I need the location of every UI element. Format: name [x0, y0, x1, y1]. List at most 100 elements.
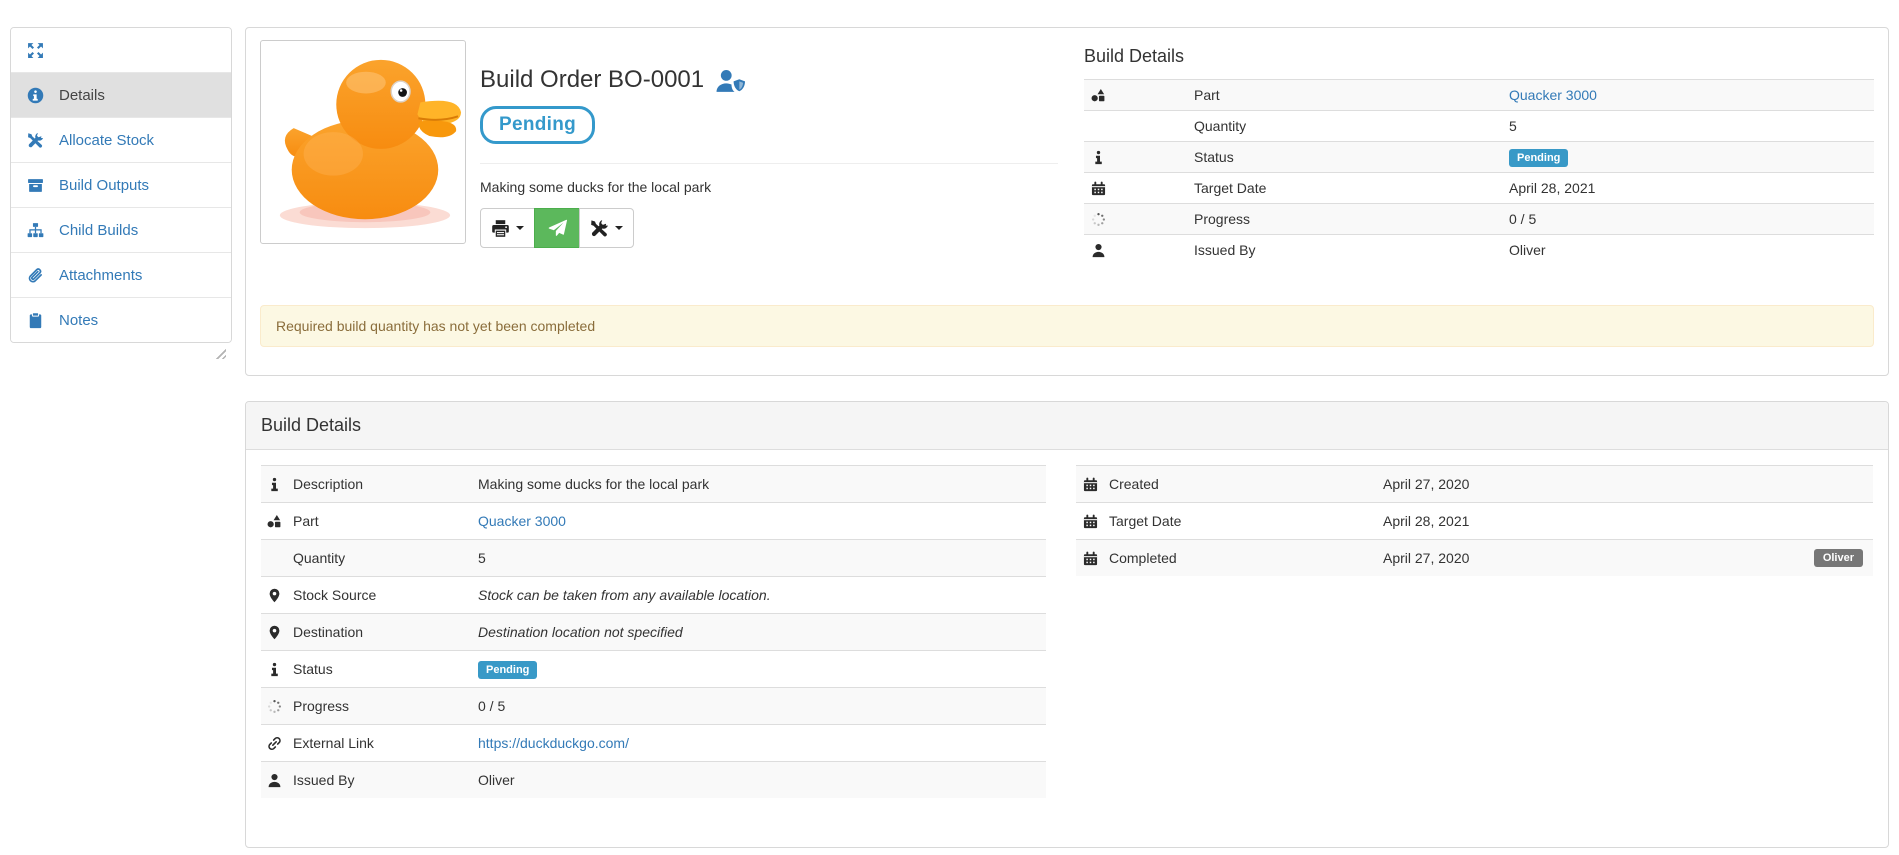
- sidebar-item-label: Build Outputs: [59, 177, 149, 194]
- row-label: Completed: [1109, 550, 1383, 566]
- row-label: Status: [1194, 149, 1509, 165]
- spinner-icon: [1091, 212, 1194, 227]
- row-label: Issued By: [1194, 242, 1509, 258]
- row-value: Stock can be taken from any available lo…: [478, 587, 1046, 603]
- sidebar-item-attachments[interactable]: Attachments: [11, 252, 231, 297]
- print-button[interactable]: [480, 208, 535, 248]
- row-label: Destination: [293, 624, 478, 640]
- build-summary: Build Details Part Quacker 3000 Quantity…: [1084, 40, 1874, 265]
- caret-down-icon: [615, 226, 623, 230]
- details-table-right: Created April 27, 2020 Target Date April…: [1076, 465, 1873, 576]
- info-icon: [267, 662, 293, 677]
- warning-alert: Required build quantity has not yet been…: [260, 305, 1874, 347]
- table-row: Status Pending: [1084, 141, 1874, 172]
- row-value: Oliver: [478, 772, 1046, 788]
- row-label: Description: [293, 476, 478, 492]
- summary-title: Build Details: [1084, 46, 1874, 67]
- table-row: Target Date April 28, 2021: [1084, 172, 1874, 203]
- user-icon: [267, 773, 293, 788]
- sidebar-item-child-builds[interactable]: Child Builds: [11, 207, 231, 252]
- table-row: Progress 0 / 5: [1084, 203, 1874, 234]
- row-value: April 28, 2021: [1509, 180, 1874, 196]
- calendar-icon: [1083, 514, 1109, 529]
- paper-plane-icon: [548, 219, 567, 238]
- status-badge: Pending: [1509, 149, 1568, 167]
- main-content: Build Order BO-0001 Pending Making some …: [245, 27, 1889, 848]
- clipboard-icon: [27, 312, 44, 329]
- action-button-group: [480, 208, 1058, 248]
- send-button[interactable]: [534, 208, 580, 248]
- row-label: Part: [1194, 87, 1509, 103]
- row-value: April 27, 2020: [1383, 476, 1863, 492]
- page-title: Build Order BO-0001: [480, 66, 1058, 94]
- row-label: External Link: [293, 735, 478, 751]
- part-link[interactable]: Quacker 3000: [478, 513, 566, 529]
- sidebar-item-label: Allocate Stock: [59, 132, 154, 149]
- row-label: Quantity: [1194, 118, 1509, 134]
- sidebar-item-label: Attachments: [59, 267, 142, 284]
- sidebar: Details Allocate Stock Build Outputs Chi…: [10, 27, 232, 359]
- build-order-title: Build Order BO-0001: [480, 66, 704, 94]
- user-icon: [1091, 243, 1194, 258]
- row-value: April 27, 2020: [1383, 550, 1814, 566]
- status-badge: Pending: [478, 661, 537, 679]
- sidebar-menu: Details Allocate Stock Build Outputs Chi…: [10, 27, 232, 343]
- table-row: Part Quacker 3000: [261, 502, 1046, 539]
- row-value: 5: [478, 550, 1046, 566]
- paperclip-icon: [27, 267, 44, 284]
- calendar-icon: [1083, 551, 1109, 566]
- row-label: Status: [293, 661, 478, 677]
- shapes-icon: [267, 514, 293, 529]
- row-value: 5: [1509, 118, 1874, 134]
- row-value: 0 / 5: [1509, 211, 1874, 227]
- caret-down-icon: [516, 226, 524, 230]
- row-value: Making some ducks for the local park: [478, 476, 1046, 492]
- row-label: Quantity: [293, 550, 478, 566]
- info-icon: [267, 477, 293, 492]
- table-row: Created April 27, 2020: [1076, 465, 1873, 502]
- sidebar-expand-button[interactable]: [11, 28, 231, 72]
- row-value: Destination location not specified: [478, 624, 1046, 640]
- panel-heading: Build Details: [246, 402, 1888, 450]
- part-link[interactable]: Quacker 3000: [1509, 87, 1597, 103]
- sidebar-resize-handle[interactable]: [215, 348, 226, 359]
- table-row: Destination Destination location not spe…: [261, 613, 1046, 650]
- build-details-panel: Build Details Description Making some du…: [245, 401, 1889, 848]
- sidebar-item-notes[interactable]: Notes: [11, 297, 231, 342]
- sidebar-item-label: Details: [59, 87, 105, 104]
- table-row: Stock Source Stock can be taken from any…: [261, 576, 1046, 613]
- row-value: Oliver: [1509, 242, 1874, 258]
- rubber-duck-image: [263, 43, 463, 241]
- table-row: Part Quacker 3000: [1084, 79, 1874, 110]
- sidebar-item-label: Notes: [59, 312, 98, 329]
- row-label: Part: [293, 513, 478, 529]
- table-row: Status Pending: [261, 650, 1046, 687]
- map-marker-icon: [267, 588, 293, 603]
- header-divider: [480, 163, 1058, 164]
- info-circle-icon: [27, 87, 44, 104]
- sidebar-item-details[interactable]: Details: [11, 72, 231, 117]
- build-header: Build Order BO-0001 Pending Making some …: [480, 40, 1058, 248]
- part-thumbnail[interactable]: [260, 40, 466, 244]
- sidebar-item-allocate-stock[interactable]: Allocate Stock: [11, 117, 231, 162]
- row-label: Target Date: [1194, 180, 1509, 196]
- table-row: Progress 0 / 5: [261, 687, 1046, 724]
- row-label: Progress: [1194, 211, 1509, 227]
- row-value: 0 / 5: [478, 698, 1046, 714]
- row-label: Target Date: [1109, 513, 1383, 529]
- info-icon: [1091, 150, 1194, 165]
- sidebar-item-build-outputs[interactable]: Build Outputs: [11, 162, 231, 207]
- build-description: Making some ducks for the local park: [480, 179, 1058, 195]
- details-table-left: Description Making some ducks for the lo…: [261, 465, 1046, 798]
- table-row: External Link https://duckduckgo.com/: [261, 724, 1046, 761]
- spinner-icon: [267, 699, 293, 714]
- shapes-icon: [1091, 88, 1194, 103]
- user-shield-icon: [715, 68, 745, 93]
- box-icon: [27, 177, 44, 194]
- table-row: Completed April 27, 2020 Oliver: [1076, 539, 1873, 576]
- tools-icon: [590, 219, 609, 238]
- status-outline-label: Pending: [480, 106, 595, 144]
- build-actions-button[interactable]: [579, 208, 634, 248]
- external-link[interactable]: https://duckduckgo.com/: [478, 735, 629, 751]
- sidebar-item-label: Child Builds: [59, 222, 138, 239]
